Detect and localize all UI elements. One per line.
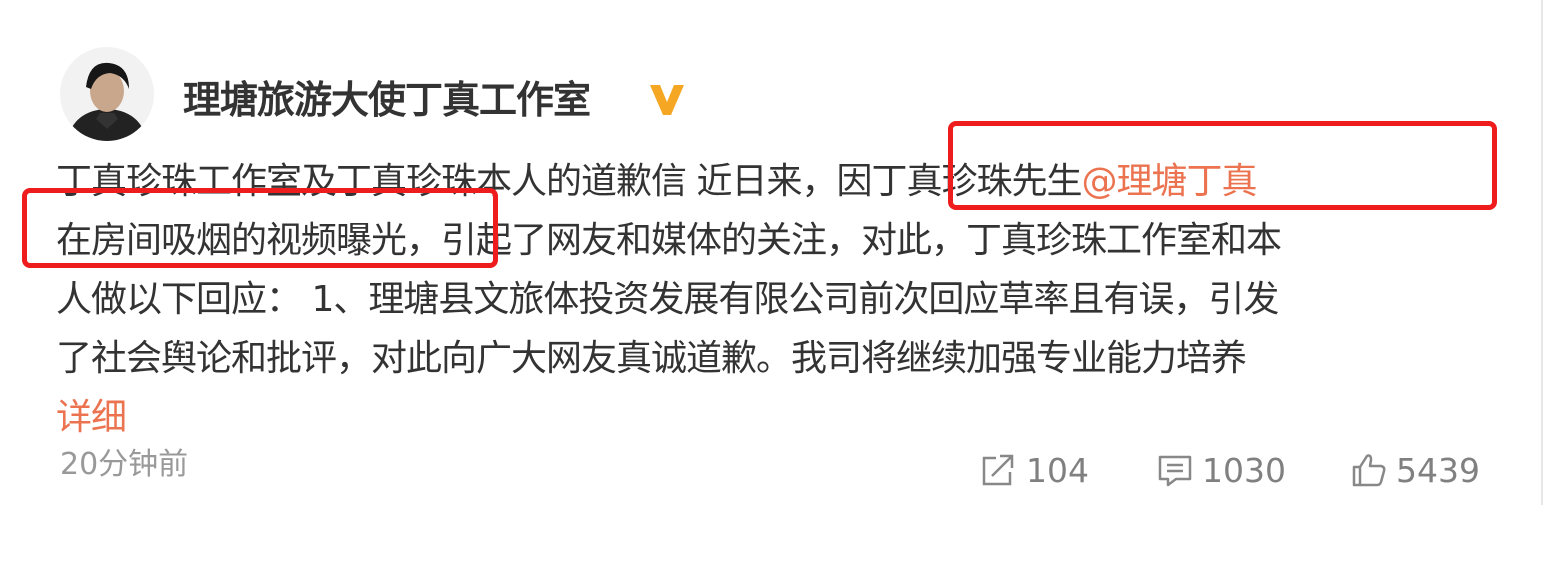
verified-v-icon <box>650 85 684 115</box>
weibo-post: 理塘旅游大使丁真工作室 丁真珍珠工作室及丁真珍珠本人的道歉信 近日来，因丁真珍珠… <box>0 0 1548 561</box>
comment-button[interactable]: 1030 <box>1156 448 1286 492</box>
avatar-image <box>60 47 154 141</box>
detail-link[interactable]: 详细 <box>56 397 127 438</box>
post-time[interactable]: 20分钟前 <box>60 445 188 485</box>
author-avatar[interactable] <box>60 47 154 141</box>
content-text-1: 丁真珍珠工作室及丁真珍珠本人的道歉信 近日来，因丁真珍珠先生 <box>56 161 1082 202</box>
content-line-4: 了社会舆论和批评，对此向广大网友真诚道歉。我司将继续加强专业能力培养 <box>56 338 1247 379</box>
post-content: 丁真珍珠工作室及丁真珍珠本人的道歉信 近日来，因丁真珍珠先生@理塘丁真 在房间吸… <box>56 152 1496 447</box>
comment-icon <box>1158 455 1192 487</box>
divider <box>1541 0 1543 505</box>
thumbs-up-icon <box>1352 454 1386 487</box>
author-name[interactable]: 理塘旅游大使丁真工作室 <box>183 78 591 122</box>
mention-link[interactable]: @理塘丁真 <box>1081 161 1257 202</box>
content-line-5: 详细 <box>56 388 1496 447</box>
share-icon <box>982 454 1014 486</box>
content-line-1: 丁真珍珠工作室及丁真珍珠本人的道歉信 近日来，因丁真珍珠先生@理塘丁真 <box>56 152 1496 211</box>
content-line-3: 人做以下回应： 1、理塘县文旅体投资发展有限公司前次回应草率且有误，引发 <box>56 279 1279 320</box>
repost-button[interactable]: 104 <box>980 448 1089 492</box>
like-button[interactable]: 5439 <box>1350 448 1480 492</box>
content-line-2: 在房间吸烟的视频曝光，引起了网友和媒体的关注，对此，丁真珍珠工作室和本 <box>56 220 1282 261</box>
comment-count: 1030 <box>1202 450 1286 490</box>
repost-count: 104 <box>1026 450 1089 490</box>
like-count: 5439 <box>1396 450 1480 490</box>
